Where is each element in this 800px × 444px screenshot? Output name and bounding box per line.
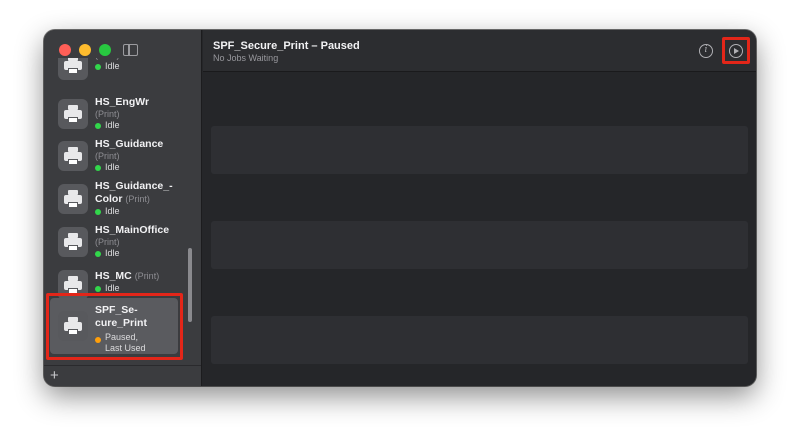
window-subtitle: No Jobs Waiting — [213, 53, 279, 63]
zoom-button[interactable] — [99, 44, 111, 56]
printer-text: HS_EngWr (Print) Idle — [95, 96, 185, 131]
printer-status-text: Idle — [105, 120, 120, 130]
printer-queue-window: (Print) Idle HS_EngWr (Print) Idle — [44, 30, 756, 386]
printer-item[interactable]: (Print) Idle — [50, 58, 180, 80]
add-printer-button[interactable]: + — [50, 366, 59, 386]
printer-item-hs-mainoffice[interactable]: HS_MainOffice (Print) Idle — [50, 224, 180, 260]
printer-status: Paused, Last Used — [95, 332, 185, 354]
sidebar: (Print) Idle HS_EngWr (Print) Idle — [44, 30, 202, 386]
printer-icon — [58, 270, 88, 300]
printer-icon — [58, 99, 88, 129]
printer-type: (Print) — [95, 237, 120, 247]
printer-item-hs-mc[interactable]: HS_MC (Print) Idle — [50, 270, 180, 300]
printer-name: HS_MainOffice — [95, 224, 170, 236]
printer-status-text: Idle — [105, 248, 120, 258]
printer-text: HS_Guidance_- Color (Print) Idle — [95, 180, 185, 217]
printer-status: Idle — [95, 162, 185, 173]
printer-text: HS_MC (Print) Idle — [95, 270, 185, 294]
sidebar-footer: + — [44, 365, 201, 386]
printer-name-line2: cure_Print — [95, 317, 147, 329]
queue-pane: SPF_Secure_Print – Paused No Jobs Waitin… — [203, 30, 756, 386]
printer-status-text: Paused, Last Used — [105, 332, 146, 354]
status-dot — [95, 250, 101, 257]
printer-type: (Print) — [95, 151, 120, 161]
status-dot — [95, 208, 101, 215]
printer-item-spf-secure-print[interactable]: SPF_Se- cure_Print Paused, Last Used — [50, 298, 178, 354]
printer-text: (Print) Idle — [95, 58, 185, 72]
status-dot — [95, 337, 101, 343]
printer-status-text: Idle — [105, 283, 120, 293]
printer-status-text: Idle — [105, 206, 120, 216]
printer-status-text: Idle — [105, 61, 120, 71]
printer-list: (Print) Idle HS_EngWr (Print) Idle — [44, 58, 201, 363]
printer-name: HS_Guidance — [95, 138, 164, 150]
minimize-button[interactable] — [79, 44, 91, 56]
printer-icon — [58, 227, 88, 257]
printer-name-line2: Color (Print) — [95, 193, 185, 206]
job-list-row — [211, 221, 748, 269]
resume-icon[interactable] — [729, 44, 743, 58]
printer-type: (Print) — [134, 271, 160, 281]
printer-status: Idle — [95, 283, 185, 294]
printer-icon — [58, 141, 88, 171]
printer-status: Idle — [95, 206, 185, 217]
printer-status: Idle — [95, 120, 185, 131]
job-list-row — [211, 126, 748, 174]
printer-icon — [58, 311, 88, 341]
titlebar: SPF_Secure_Print – Paused No Jobs Waitin… — [203, 30, 756, 72]
printer-text: HS_MainOffice (Print) Idle — [95, 224, 185, 259]
job-list-row — [211, 316, 748, 364]
printer-name-line1: HS_Guidance_- — [95, 180, 173, 192]
printer-icon — [58, 58, 88, 80]
printer-name: HS_MC (Print) — [95, 270, 185, 283]
printer-name-text: HS_MC — [95, 270, 132, 282]
close-button[interactable] — [59, 44, 71, 56]
sidebar-toggle-icon[interactable] — [123, 44, 138, 56]
status-line2: Last Used — [105, 343, 146, 353]
printer-type: (Print) — [125, 194, 150, 204]
printer-status-text: Idle — [105, 162, 120, 172]
printer-name: HS_EngWr — [95, 96, 150, 108]
status-dot — [95, 285, 101, 292]
printer-item-hs-guidance[interactable]: HS_Guidance (Print) Idle — [50, 138, 180, 174]
sidebar-scrollbar[interactable] — [188, 248, 192, 322]
printer-name-line2-text: Color — [95, 193, 123, 205]
printer-icon — [58, 184, 88, 214]
printer-item-hs-guidance-color[interactable]: HS_Guidance_- Color (Print) Idle — [50, 180, 180, 218]
status-dot — [95, 122, 101, 129]
window-controls — [59, 44, 111, 56]
printer-status: Idle — [95, 61, 185, 72]
printer-type: (Print) — [95, 109, 120, 119]
printer-status: Idle — [95, 248, 185, 259]
printer-text: SPF_Se- cure_Print Paused, Last Used — [95, 304, 185, 354]
printer-name-line1: SPF_Se- — [95, 304, 138, 316]
printer-item-hs-engwr[interactable]: HS_EngWr (Print) Idle — [50, 96, 180, 132]
status-dot — [95, 63, 101, 70]
printer-text: HS_Guidance (Print) Idle — [95, 138, 185, 173]
status-line1: Paused, — [105, 332, 139, 342]
status-dot — [95, 164, 101, 171]
info-icon[interactable]: i — [699, 44, 713, 58]
window-title: SPF_Secure_Print – Paused — [213, 40, 360, 52]
